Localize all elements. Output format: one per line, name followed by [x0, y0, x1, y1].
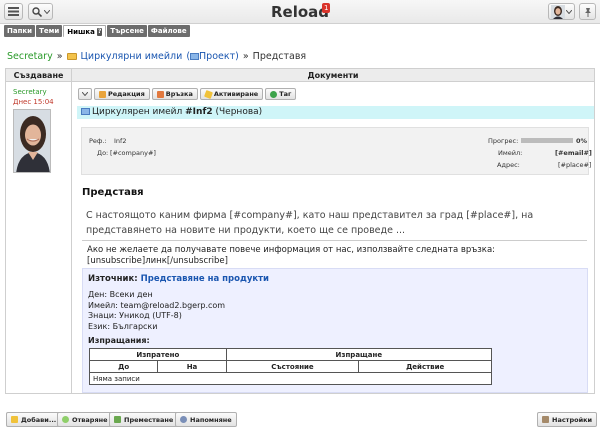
folder-icon — [66, 53, 77, 60]
top-bar: Reload 1 — [0, 0, 600, 24]
chevron-down-icon — [566, 9, 572, 14]
email-doc-icon — [81, 108, 90, 115]
source-label: Източник: — [88, 274, 138, 284]
user-menu-button[interactable] — [548, 3, 575, 20]
source-language: Език: Български — [88, 321, 158, 331]
arrow-right-icon — [114, 416, 121, 423]
move-button[interactable]: Преместване — [109, 412, 179, 427]
notification-badge[interactable]: 1 — [322, 3, 331, 13]
tab-folders[interactable]: Папки — [4, 25, 36, 37]
source-email: Имейл: team@reload2.bgerp.com — [88, 300, 226, 310]
tab-thread[interactable]: Нишка? — [63, 25, 107, 37]
breadcrumb-root[interactable]: Secretary — [7, 51, 53, 62]
divider — [82, 240, 587, 241]
message-heading: Представя — [82, 187, 144, 198]
project-icon — [190, 53, 200, 60]
progress-percent: 0% — [576, 137, 588, 145]
table-column-header: Действие — [358, 360, 492, 373]
source-day: Ден: Всеки ден — [88, 290, 153, 299]
unsubscribe-text: Ако не желаете да получавате повече инфо… — [87, 245, 582, 267]
breadcrumb-project[interactable]: Проект — [199, 51, 235, 62]
address-label: Адрес: — [497, 161, 520, 169]
unsubscribe-line: Ако не желаете да получавате повече инфо… — [87, 245, 496, 255]
tab-topics[interactable]: Теми — [36, 25, 63, 37]
lightning-icon — [203, 89, 213, 99]
edit-button[interactable]: Редакция — [94, 88, 150, 100]
tag-button[interactable]: Таг — [265, 88, 297, 100]
column-header-created: Създаване — [6, 69, 71, 82]
open-button[interactable]: Отваряне — [57, 412, 113, 427]
progress-label: Прогрес: — [488, 137, 519, 145]
breadcrumb-folder[interactable]: Циркулярни имейли — [81, 51, 183, 62]
table-group-header: Изпратено — [89, 348, 227, 361]
unsubscribe-link: [unsubscribe]линк[/unsubscribe] — [87, 256, 228, 266]
pencil-icon — [99, 90, 106, 98]
settings-button[interactable]: Настройки — [537, 412, 598, 427]
sendings-label: Изпращания: — [88, 336, 150, 345]
table-column-header: Състояние — [225, 360, 360, 373]
alarm-icon — [180, 416, 187, 423]
more-options-button[interactable] — [78, 88, 92, 100]
bulb-icon — [62, 416, 69, 423]
source-charset: Знаци: Уникод (UTF-8) — [88, 311, 182, 320]
chevron-down-icon — [82, 92, 88, 96]
creator-column: Създаване Secretary Днес 15:04 — [6, 69, 72, 393]
document-title-bar: Циркулярен имейл #Inf2 (Чернова) — [77, 106, 594, 119]
breadcrumb-current: Представя — [252, 51, 307, 62]
pin-icon — [584, 7, 591, 17]
tab-search[interactable]: Търсене — [107, 25, 147, 37]
avatar — [14, 110, 50, 172]
to-label: До: — [97, 149, 109, 157]
avatar — [551, 4, 565, 19]
gear-icon — [542, 416, 549, 423]
add-button[interactable]: Добави... — [6, 412, 62, 427]
document-number[interactable]: #Inf2 — [185, 107, 212, 117]
activate-button[interactable]: Активиране — [199, 88, 264, 100]
source-panel: Източник: Представяне на продукти Ден: В… — [82, 268, 588, 393]
progress-bar — [521, 138, 573, 143]
breadcrumb: Secretary » Циркулярни имейли (Проект) »… — [7, 51, 306, 62]
link-button[interactable]: Връзка — [151, 88, 198, 100]
pin-button[interactable] — [579, 3, 596, 20]
document-toolbar: Редакция Връзка Активиране Таг — [78, 88, 297, 100]
main-tabs: Папки Теми Нишка? Търсене Файлове — [4, 25, 190, 37]
author-avatar[interactable] — [13, 109, 51, 173]
document-info: Реф.: Inf2 До: [#company#] Прогрес: 0% И… — [81, 127, 592, 175]
thread-frame: Създаване Secretary Днес 15:04 Документи… — [5, 68, 595, 394]
to-value: [#company#] — [110, 149, 156, 157]
document-status: (Чернова) — [215, 107, 263, 117]
message-body: С настоящото каним фирма [#company#], ка… — [86, 210, 534, 236]
source-heading: Източник: Представяне на продукти — [88, 274, 269, 284]
ref-label: Реф.: — [89, 137, 107, 145]
app-title[interactable]: Reload — [0, 3, 600, 21]
author-date: Днес 15:04 — [13, 98, 54, 106]
tab-files[interactable]: Файлове — [147, 25, 190, 37]
breadcrumb-separator: » — [56, 51, 63, 62]
table-empty-row: Няма записи — [89, 372, 492, 385]
column-header-documents: Документи — [72, 69, 594, 82]
tag-icon — [270, 90, 278, 98]
address-value: [#place#] — [558, 161, 592, 169]
author-name[interactable]: Secretary — [13, 88, 47, 96]
remind-button[interactable]: Напомняне — [175, 412, 237, 427]
breadcrumb-project-group: (Проект) — [186, 51, 239, 62]
email-value: [#email#] — [555, 149, 592, 157]
document-type: Циркулярен имейл — [92, 107, 183, 117]
envelope-icon — [156, 90, 164, 98]
table-group-header: Изпращане — [225, 348, 493, 361]
sendings-table: Изпратено Изпращане До На Състояние Дейс… — [88, 348, 493, 385]
star-icon — [11, 416, 18, 423]
source-details: Ден: Всеки ден Имейл: team@reload2.bgerp… — [88, 290, 225, 332]
email-label: Имейл: — [498, 149, 523, 157]
source-link[interactable]: Представяне на продукти — [141, 274, 269, 284]
table-column-header: До — [88, 360, 159, 373]
ref-value: Inf2 — [114, 137, 127, 145]
table-column-header: На — [157, 360, 227, 373]
bottom-toolbar: Добави... Отваряне Преместване Напомняне… — [0, 412, 600, 428]
help-badge: ? — [96, 27, 103, 36]
breadcrumb-separator: » — [242, 51, 249, 62]
